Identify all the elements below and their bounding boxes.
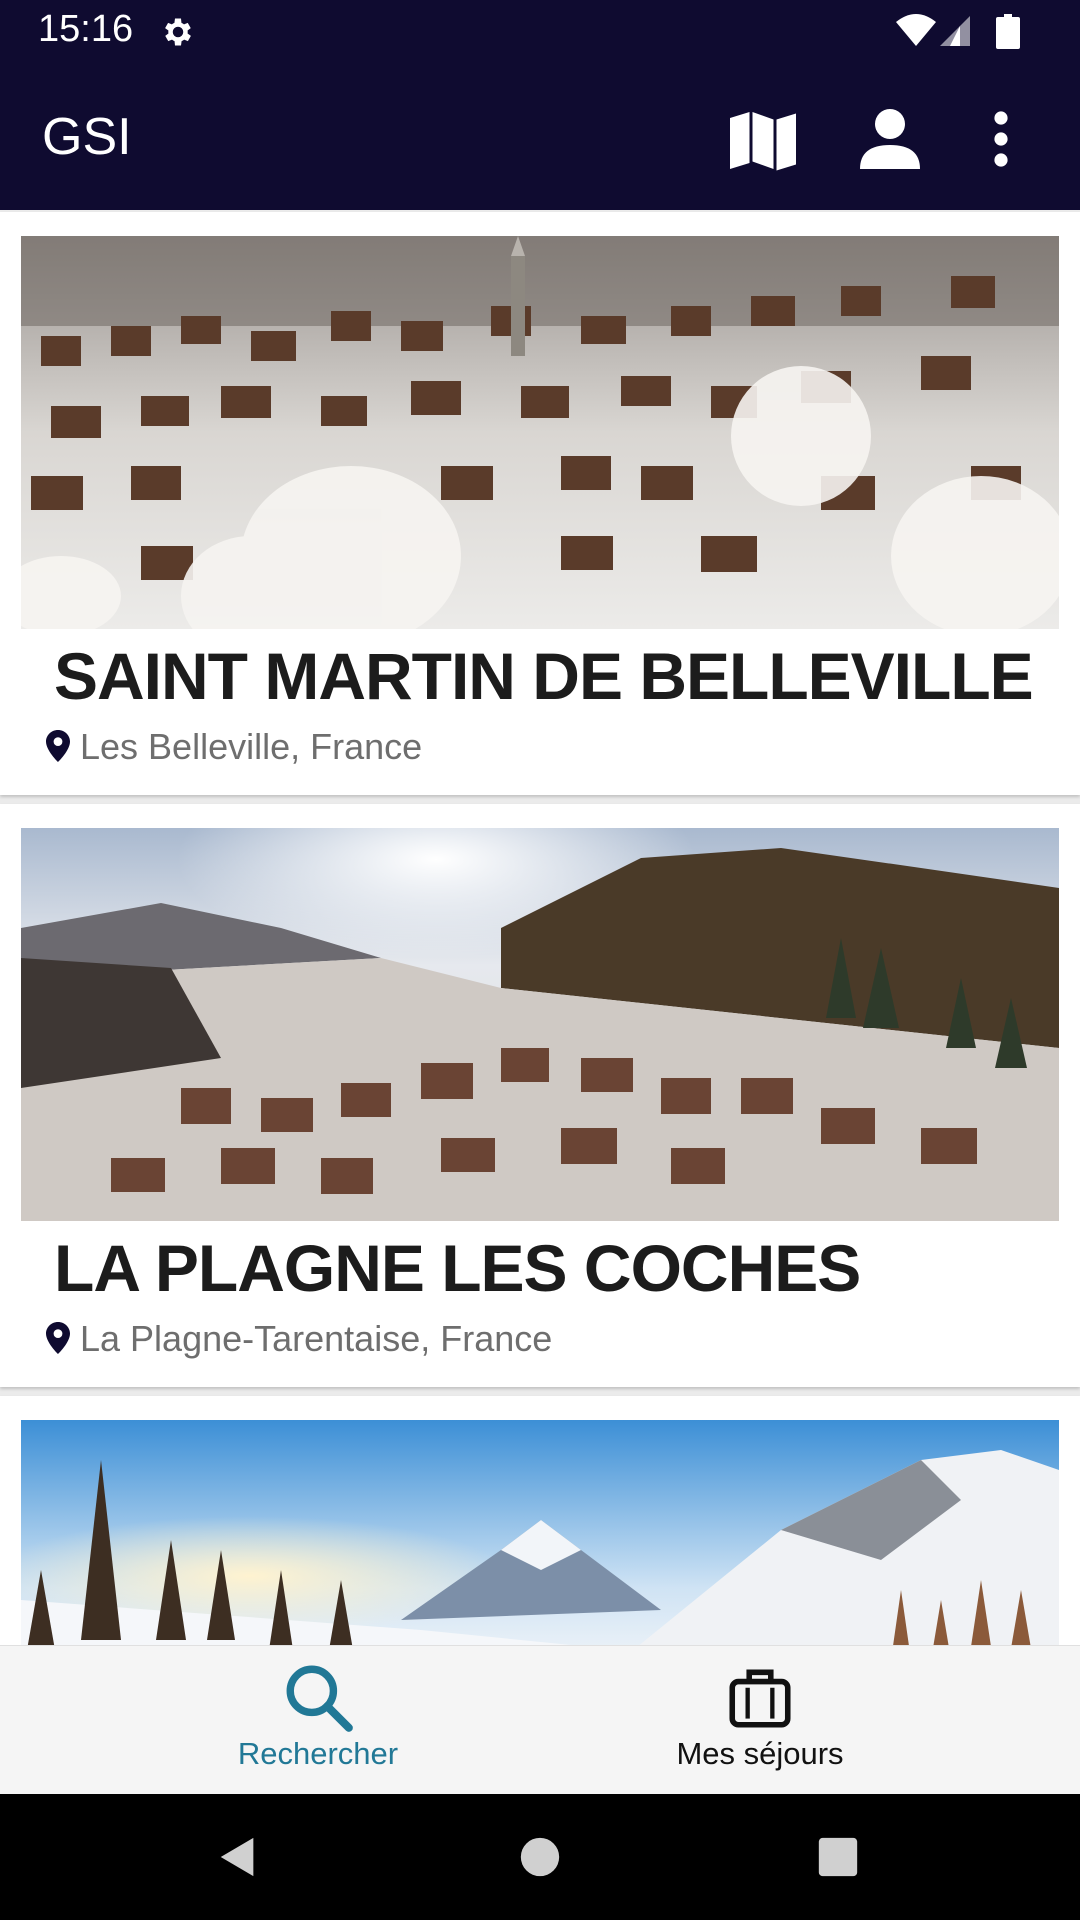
location-pin-icon [46,730,70,762]
signal-icon [940,16,970,46]
destination-image[interactable] [21,828,1059,1221]
status-icons [896,14,1020,49]
destination-list[interactable]: SAINT MARTIN DE BELLEVILLE Les Bellevill… [0,210,1080,1645]
location-text: Les Belleville, France [80,726,423,767]
destination-image[interactable] [21,236,1059,629]
battery-icon [996,14,1020,49]
bottom-nav: Rechercher Mes séjours [0,1645,1080,1795]
destination-card[interactable]: LA PLAGNE LES COCHES La Plagne-Tarentais… [0,804,1080,1387]
destination-name: SAINT MARTIN DE BELLEVILLE [54,639,1034,713]
destination-card[interactable] [0,1396,1080,1645]
search-icon [286,1665,353,1732]
destination-card[interactable]: SAINT MARTIN DE BELLEVILLE Les Bellevill… [0,212,1080,795]
status-bar: 15:16 [0,0,1080,63]
briefcase-icon [729,1669,791,1728]
wifi-icon [896,14,936,46]
location-text: La Plagne-Tarentaise, France [80,1318,553,1359]
app-title: GSI [42,108,132,166]
gear-icon [165,18,191,46]
recents-icon[interactable] [815,1834,861,1880]
destination-image[interactable] [21,1420,1059,1645]
map-icon[interactable] [727,103,799,175]
nav-item-mes-sejours[interactable]: Mes séjours [600,1646,920,1795]
app-bar: GSI [0,63,1080,210]
home-icon[interactable] [517,1834,563,1880]
more-vert-icon[interactable] [965,103,1037,175]
status-time: 15:16 [38,8,134,50]
back-icon[interactable] [215,1834,261,1880]
nav-label: Rechercher [237,1736,399,1771]
system-nav-bar [0,1794,1080,1920]
location-pin-icon [46,1322,70,1354]
nav-item-rechercher[interactable]: Rechercher [158,1646,478,1795]
account-icon[interactable] [854,103,926,175]
nav-label: Mes séjours [676,1736,844,1771]
destination-name: LA PLAGNE LES COCHES [54,1231,861,1305]
